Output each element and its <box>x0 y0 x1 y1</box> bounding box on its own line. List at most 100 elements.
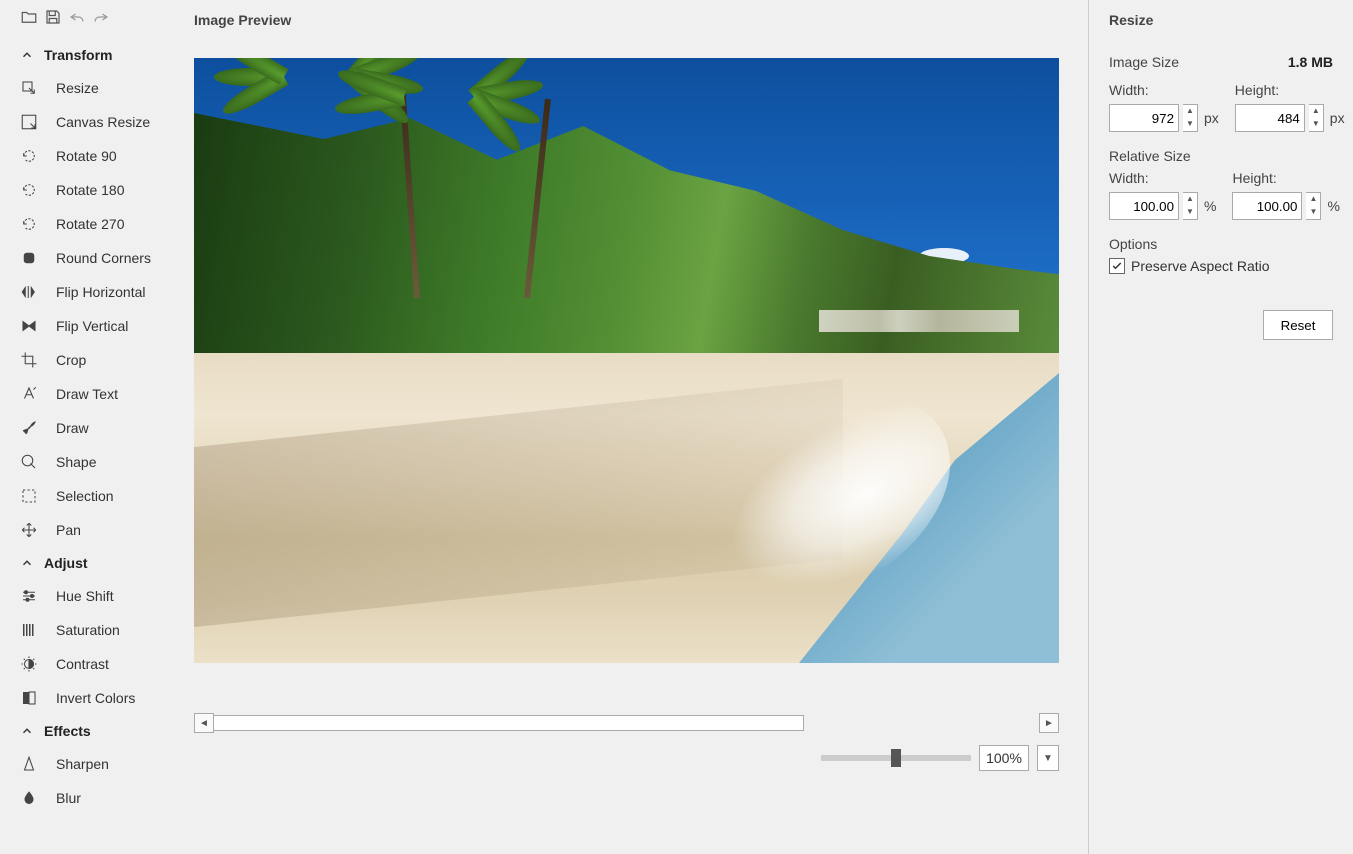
sidebar: Transform Resize Canvas Resize Rotate 90 Rot… <box>0 0 180 854</box>
width-spinner[interactable]: ▲▼ <box>1183 104 1198 132</box>
rotate-icon <box>20 215 38 233</box>
canvas-icon <box>20 113 38 131</box>
rotate-icon <box>20 147 38 165</box>
tool-round-corners[interactable]: Round Corners <box>20 241 180 275</box>
tool-invert[interactable]: Invert Colors <box>20 681 180 715</box>
tool-label: Flip Vertical <box>56 318 128 334</box>
tool-flip-h[interactable]: Flip Horizontal <box>20 275 180 309</box>
sel-icon <box>20 487 38 505</box>
px-unit: px <box>1204 110 1219 126</box>
height-input[interactable] <box>1235 104 1305 132</box>
section-header-transform[interactable]: Transform <box>20 39 180 71</box>
scroll-track[interactable] <box>214 715 804 731</box>
tool-label: Flip Horizontal <box>56 284 145 300</box>
tool-label: Blur <box>56 790 81 806</box>
resize-icon <box>20 79 38 97</box>
tool-rotate-180[interactable]: Rotate 180 <box>20 173 180 207</box>
chevron-up-icon <box>20 48 34 62</box>
horizontal-scrollbar[interactable]: ◄ ► <box>194 713 1059 733</box>
width-label: Width: <box>1109 82 1219 98</box>
tool-draw-text[interactable]: Draw Text <box>20 377 180 411</box>
tool-label: Saturation <box>56 622 120 638</box>
rel-width-spinner[interactable]: ▲▼ <box>1183 192 1198 220</box>
tool-canvas-resize[interactable]: Canvas Resize <box>20 105 180 139</box>
tool-saturation[interactable]: Saturation <box>20 613 180 647</box>
zoom-value[interactable]: 100% <box>979 745 1029 771</box>
zoom-controls: 100% ▼ <box>194 745 1059 771</box>
tool-flip-v[interactable]: Flip Vertical <box>20 309 180 343</box>
save-icon[interactable] <box>44 8 62 29</box>
flipv-icon <box>20 317 38 335</box>
section-title: Transform <box>44 47 112 63</box>
section-title: Adjust <box>44 555 88 571</box>
main-area: Image Preview <box>180 0 1089 854</box>
tool-label: Sharpen <box>56 756 109 772</box>
scroll-right-button[interactable]: ► <box>1039 713 1059 733</box>
rel-height-spinner[interactable]: ▲▼ <box>1306 192 1321 220</box>
image-preview[interactable] <box>194 58 1059 663</box>
tool-draw[interactable]: Draw <box>20 411 180 445</box>
tool-label: Rotate 90 <box>56 148 117 164</box>
shape-icon <box>20 453 38 471</box>
resize-panel: Resize Image Size 1.8 MB Width: ▲▼ px He… <box>1089 0 1353 854</box>
tool-hue[interactable]: Hue Shift <box>20 579 180 613</box>
rel-height-label: Height: <box>1232 170 1339 186</box>
width-input[interactable] <box>1109 104 1179 132</box>
undo-icon[interactable] <box>68 8 86 29</box>
section-header-effects[interactable]: Effects <box>20 715 180 747</box>
tool-blur[interactable]: Blur <box>20 781 180 815</box>
tool-shape[interactable]: Shape <box>20 445 180 479</box>
rel-height-input[interactable] <box>1232 192 1302 220</box>
rel-width-label: Width: <box>1109 170 1216 186</box>
px-unit-2: px <box>1330 110 1345 126</box>
chevron-up-icon <box>20 724 34 738</box>
contrast-icon <box>20 655 38 673</box>
section-header-adjust[interactable]: Adjust <box>20 547 180 579</box>
tool-label: Selection <box>56 488 114 504</box>
preview-title: Image Preview <box>194 12 1074 28</box>
tool-resize[interactable]: Resize <box>20 71 180 105</box>
height-spinner[interactable]: ▲▼ <box>1309 104 1324 132</box>
section-title: Effects <box>44 723 91 739</box>
pct-unit: % <box>1204 198 1216 214</box>
chevron-up-icon <box>20 556 34 570</box>
tool-pan[interactable]: Pan <box>20 513 180 547</box>
preserve-aspect-label: Preserve Aspect Ratio <box>1131 258 1270 274</box>
tool-label: Crop <box>56 352 86 368</box>
tool-label: Resize <box>56 80 99 96</box>
pct-unit-2: % <box>1327 198 1339 214</box>
preserve-aspect-checkbox[interactable] <box>1109 258 1125 274</box>
blur-icon <box>20 789 38 807</box>
tool-contrast[interactable]: Contrast <box>20 647 180 681</box>
tool-label: Canvas Resize <box>56 114 150 130</box>
redo-icon[interactable] <box>92 8 110 29</box>
bars-icon <box>20 621 38 639</box>
panel-title: Resize <box>1109 12 1333 28</box>
height-label: Height: <box>1235 82 1345 98</box>
zoom-dropdown[interactable]: ▼ <box>1037 745 1059 771</box>
zoom-thumb[interactable] <box>891 749 901 767</box>
rel-width-input[interactable] <box>1109 192 1179 220</box>
tool-label: Invert Colors <box>56 690 135 706</box>
scroll-left-button[interactable]: ◄ <box>194 713 214 733</box>
crop-icon <box>20 351 38 369</box>
tool-label: Draw <box>56 420 89 436</box>
tool-crop[interactable]: Crop <box>20 343 180 377</box>
tool-label: Round Corners <box>56 250 151 266</box>
tool-rotate-270[interactable]: Rotate 270 <box>20 207 180 241</box>
tool-selection[interactable]: Selection <box>20 479 180 513</box>
image-size-value: 1.8 MB <box>1288 54 1333 70</box>
tool-label: Rotate 180 <box>56 182 125 198</box>
tool-sharpen[interactable]: Sharpen <box>20 747 180 781</box>
tool-label: Pan <box>56 522 81 538</box>
open-icon[interactable] <box>20 8 38 29</box>
zoom-slider[interactable] <box>821 755 971 761</box>
tool-label: Draw Text <box>56 386 118 402</box>
tool-rotate-90[interactable]: Rotate 90 <box>20 139 180 173</box>
sharpen-icon <box>20 755 38 773</box>
sliders-icon <box>20 587 38 605</box>
reset-button[interactable]: Reset <box>1263 310 1333 340</box>
tool-label: Shape <box>56 454 96 470</box>
tool-label: Rotate 270 <box>56 216 125 232</box>
tool-label: Hue Shift <box>56 588 114 604</box>
